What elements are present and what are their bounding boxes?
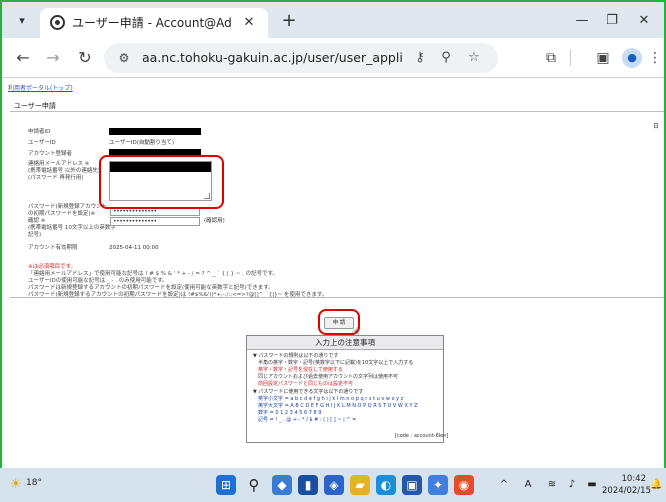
store-icon[interactable]: ▣	[402, 475, 422, 495]
browser-window: ▾ ユーザー申請 - Account@Adapter ✕ + — ❐ ✕ ← →…	[2, 2, 664, 468]
app-icon-4[interactable]: ✦	[428, 475, 448, 495]
expiration-value: 2025-04-11 00:00	[109, 245, 159, 251]
weather-widget[interactable]: ☀ 18°	[10, 474, 46, 496]
site-info-icon[interactable]: ⚙	[116, 50, 132, 66]
form-divider	[10, 297, 664, 298]
app-icon-2[interactable]: ▮	[298, 475, 318, 495]
notification-bell-icon[interactable]: 🔔	[650, 479, 662, 491]
password-key-icon[interactable]: ⚷	[410, 49, 430, 67]
bookmark-star-icon[interactable]: ☆	[464, 49, 484, 67]
side-panel-icon[interactable]: ▣	[592, 47, 614, 69]
right-edge-text: 日	[653, 123, 660, 130]
field-label: アカウント登録者	[28, 151, 73, 157]
search-icon[interactable]: ⚲	[244, 475, 264, 495]
tab-search-chevron-icon[interactable]: ▾	[12, 11, 32, 31]
wifi-icon[interactable]: ≋	[544, 478, 560, 492]
field-label: パスワード(新規登録アカウント	[28, 204, 108, 210]
submit-button[interactable]: 申 請	[324, 317, 354, 329]
tab-close-icon[interactable]: ✕	[240, 14, 258, 32]
app-icon-3[interactable]: ◈	[324, 475, 344, 495]
field-label: 確認 ※	[28, 218, 46, 224]
page-content: 利用者ポータル(トップ) ユーザー申請 日 申請者ID ユーザーID アカウント…	[2, 79, 664, 468]
field-label: 連絡用メールアドレス ※	[28, 161, 90, 167]
minimize-icon[interactable]: —	[568, 10, 596, 32]
zoom-icon[interactable]: ⚲	[436, 49, 456, 67]
restore-icon[interactable]: ❐	[598, 10, 626, 32]
chrome-icon[interactable]: ◉	[454, 475, 474, 495]
taskbar: ☀ 18° ⊞ ⚲ ◆ ▮ ◈ ▰ ◐ ▣ ✦ ◉ ^ A ≋ ♪ ▬ 10:4…	[0, 468, 666, 502]
highlight-email-field	[99, 155, 224, 209]
tab-strip: ▾ ユーザー申請 - Account@Adapter ✕ + — ❐ ✕	[2, 2, 664, 38]
address-bar[interactable]: ⚙ aa.nc.tohoku-gakuin.ac.jp/user/user_ap…	[104, 43, 498, 73]
start-windows-icon[interactable]: ⊞	[216, 475, 236, 495]
confirm-hint: (確認用)	[204, 218, 225, 224]
note-line: 「連絡用メールアドレス」で使用可能な記号は ! # $ % & ' * + - …	[28, 271, 279, 277]
reload-icon[interactable]: ↻	[74, 47, 96, 69]
new-tab-icon[interactable]: +	[278, 10, 300, 32]
notice-line: 同じアカウントおよび過去使用アカウントの文字列は使用不可	[253, 374, 399, 380]
edge-browser-icon[interactable]: ◐	[376, 475, 396, 495]
notice-line: ▼ パスワードに使用できる文字は以下の通りです	[253, 389, 364, 395]
note-line: ユーザーIDの使用可能な記号は _ - . のみ使用可能です。	[28, 278, 168, 284]
weather-temperature: 18°	[26, 478, 42, 488]
notice-line: 英字・数字・記号を混在して使用する	[253, 367, 343, 373]
file-explorer-icon[interactable]: ▰	[350, 475, 370, 495]
notice-line: 半角の英字・数字・記号(英数字以下に記載)を10文字以上で入力する	[253, 360, 414, 366]
tab-favicon-icon	[50, 15, 65, 30]
notice-line: 前回設定パスワードと同じものは設定不可	[253, 381, 354, 387]
forward-icon[interactable]: →	[42, 47, 64, 69]
notice-line: ▼ パスワードの規則は以下の通りです	[253, 353, 339, 359]
tab-active[interactable]: ユーザー申請 - Account@Adapter ✕	[40, 8, 268, 38]
clock[interactable]: 10:42 2024/02/15	[602, 473, 651, 499]
page-title: ユーザー申請	[14, 102, 56, 110]
password-confirm-input[interactable]: ••••••••••••••	[110, 217, 200, 226]
extensions-icon[interactable]: ⧉	[540, 47, 562, 69]
browser-toolbar: ← → ↻ ⚙ aa.nc.tohoku-gakuin.ac.jp/user/u…	[2, 38, 664, 78]
notice-line: 英字小文字 = a b c d e f g h i j k l m n o p …	[253, 396, 404, 402]
notice-line: 数字 = 0 1 2 3 4 5 6 7 8 9	[253, 410, 322, 416]
field-label: 申請者ID	[28, 129, 51, 135]
menu-dots-icon[interactable]: ⋮	[644, 47, 664, 69]
url-text: aa.nc.tohoku-gakuin.ac.jp/user/user_appl…	[142, 50, 402, 65]
field-label: ユーザーID	[28, 140, 56, 146]
field-label: (携帯電話番号 以外の連絡先)	[28, 168, 101, 174]
notice-line: 英字大文字 = A B C D E F G H I J K L M N O P …	[253, 403, 418, 409]
user-id-value: ユーザーID(自動割り当て)	[109, 140, 175, 146]
profile-avatar-icon[interactable]: ●	[622, 48, 642, 68]
field-label: の初期パスワードを設定)※	[28, 211, 96, 217]
app-icon-1[interactable]: ◆	[272, 475, 292, 495]
back-icon[interactable]: ←	[12, 47, 34, 69]
notice-title: 入力上の注意事項	[247, 336, 443, 350]
clock-date: 2024/02/15	[602, 486, 651, 496]
close-window-icon[interactable]: ✕	[630, 10, 658, 32]
input-notice-panel: 入力上の注意事項 ▼ パスワードの規則は以下の通りです 半角の英字・数字・記号(…	[246, 335, 448, 443]
volume-icon[interactable]: ♪	[564, 478, 580, 492]
notice-line: 記号 = ! _ . @ + - * / $ # : ( ) [ ] ~ | ^…	[253, 417, 357, 423]
toolbar-separator	[570, 50, 571, 66]
field-label: アカウント有効期限	[28, 245, 78, 251]
field-label: (携帯電話番号 10文字以上の英数字	[28, 225, 116, 231]
notice-code: [code : account-6len]	[395, 433, 449, 439]
field-label: (パスワード 再発行用)	[28, 175, 84, 181]
note-line: パスワードは新規登録するアカウントの初期パスワードを設定(使用可能な英数字と記号…	[28, 285, 274, 291]
redacted-applicant-id	[109, 128, 201, 135]
clock-time: 10:42	[621, 474, 647, 484]
title-divider	[10, 111, 664, 112]
field-label: 記号)	[28, 232, 42, 238]
breadcrumb-link[interactable]: 利用者ポータル(トップ)	[8, 83, 73, 92]
battery-icon[interactable]: ▬	[584, 478, 600, 492]
weather-sun-icon: ☀	[10, 477, 22, 492]
note-line: ※は必須項目です。	[28, 264, 77, 270]
tray-chevron-icon[interactable]: ^	[496, 478, 512, 492]
tab-title: ユーザー申請 - Account@Adapter	[72, 16, 232, 30]
ime-icon[interactable]: A	[520, 478, 536, 492]
